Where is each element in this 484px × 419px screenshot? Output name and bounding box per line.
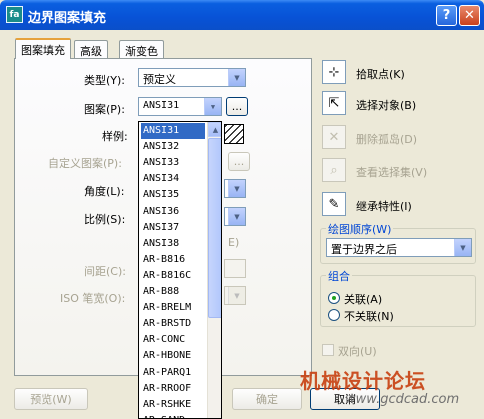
dropdown-scrollbar[interactable]: ▲ — [207, 122, 221, 418]
inherit-properties-label[interactable]: 继承特性(I) — [356, 198, 412, 214]
spacing-input[interactable] — [224, 259, 246, 278]
pick-points-label[interactable]: 拾取点(K) — [356, 66, 405, 82]
pick-points-icon[interactable]: ⊹ — [322, 60, 346, 84]
pattern-list-item[interactable]: AR-HBONE — [141, 348, 205, 364]
tab-advanced[interactable]: 高级 — [74, 40, 108, 58]
window-title: 边界图案填充 — [28, 11, 107, 26]
scale-select[interactable]: ▼ — [224, 207, 246, 226]
double-checkbox[interactable] — [322, 344, 334, 356]
remove-islands-label[interactable]: 删除孤岛(D) — [356, 131, 417, 147]
pattern-list-item[interactable]: ANSI32 — [141, 139, 205, 155]
iso-pen-select[interactable]: ▼ — [224, 286, 246, 305]
pattern-list-item[interactable]: AR-CONC — [141, 332, 205, 348]
pattern-list-item[interactable]: AR-SAND — [141, 413, 205, 418]
pattern-select[interactable]: ANSI31 ▼ — [138, 97, 222, 116]
draw-order-select[interactable]: 置于边界之后 ▼ — [326, 238, 472, 257]
angle-label: 角度(L): — [84, 185, 125, 198]
watermark-url: www.gcdcad.com — [345, 392, 460, 407]
scale-label: 比例(S): — [84, 213, 126, 226]
chevron-down-icon[interactable]: ▼ — [454, 239, 471, 256]
pattern-list-item[interactable]: ANSI36 — [141, 204, 205, 220]
scroll-up-icon[interactable]: ▲ — [208, 122, 221, 137]
title-bar[interactable]: fa 边界图案填充 ? ✕ — [0, 0, 484, 30]
draw-order-value: 置于边界之后 — [331, 243, 397, 256]
pattern-list-item[interactable]: ANSI31 — [141, 123, 205, 139]
view-selection-icon[interactable]: ⌕ — [322, 158, 346, 182]
tab-hatch[interactable]: 图案填充 — [15, 38, 71, 59]
chevron-down-icon[interactable]: ▼ — [228, 287, 245, 304]
pattern-dropdown-list[interactable]: ▲ ANSI31 ANSI32 ANSI33 ANSI34 ANSI35 ANSI36 AN… — [138, 121, 222, 419]
pattern-list-item[interactable]: AR-RSHKE — [141, 397, 205, 413]
chevron-down-icon[interactable]: ▼ — [228, 69, 245, 86]
pattern-list-item[interactable]: ANSI35 — [141, 187, 205, 203]
chevron-down-icon[interactable]: ▼ — [228, 208, 245, 225]
select-objects-label[interactable]: 选择对象(B) — [356, 97, 416, 113]
chevron-down-icon[interactable]: ▼ — [228, 180, 245, 197]
double-suffix-label: E) — [228, 236, 240, 249]
remove-islands-icon[interactable]: ✕ — [322, 125, 346, 149]
pattern-list-item[interactable]: AR-B88 — [141, 284, 205, 300]
type-value: 预定义 — [143, 73, 176, 86]
pattern-list-item[interactable]: AR-B816 — [141, 252, 205, 268]
draw-order-title: 绘图顺序(W) — [326, 221, 394, 237]
custom-browse-button[interactable]: ... — [228, 152, 250, 171]
associative-radio[interactable] — [328, 292, 340, 304]
double-label[interactable]: 双向(U) — [338, 343, 377, 359]
preview-button[interactable]: 预览(W) — [14, 388, 88, 410]
tab-gradient[interactable]: 渐变色 — [119, 40, 164, 58]
associative-label[interactable]: 关联(A) — [344, 291, 382, 307]
pattern-list-item[interactable]: AR-B816C — [141, 268, 205, 284]
pattern-list-item[interactable]: AR-BRSTD — [141, 316, 205, 332]
scroll-thumb[interactable] — [208, 138, 221, 318]
select-objects-icon[interactable]: ⇱ — [322, 91, 346, 115]
pattern-list-item[interactable]: AR-PARQ1 — [141, 365, 205, 381]
pattern-list-item[interactable]: ANSI33 — [141, 155, 205, 171]
angle-select[interactable]: ▼ — [224, 179, 246, 198]
view-selection-label[interactable]: 查看选择集(V) — [356, 164, 427, 180]
pattern-list-item[interactable]: AR-BRELM — [141, 300, 205, 316]
type-select[interactable]: 预定义 ▼ — [138, 68, 246, 87]
pattern-list-item[interactable]: ANSI34 — [141, 171, 205, 187]
hatch-app-icon[interactable]: fa — [6, 6, 23, 23]
custom-pattern-label: 自定义图案(P): — [48, 157, 122, 170]
nonassociative-radio[interactable] — [328, 309, 340, 321]
nonassociative-label[interactable]: 不关联(N) — [344, 308, 394, 324]
sample-label: 样例: — [102, 130, 128, 143]
pattern-list-item[interactable]: ANSI37 — [141, 220, 205, 236]
iso-pen-label: ISO 笔宽(O): — [60, 292, 126, 305]
pattern-list-item[interactable]: ANSI38 — [141, 236, 205, 252]
chevron-down-icon[interactable]: ▼ — [204, 98, 221, 115]
type-label: 类型(Y): — [84, 74, 126, 87]
pattern-sample-swatch[interactable] — [224, 124, 244, 144]
inherit-properties-icon[interactable]: ✎ — [322, 192, 346, 216]
pattern-list-item[interactable]: AR-RROOF — [141, 381, 205, 397]
spacing-label: 间距(C): — [84, 265, 126, 278]
ok-button[interactable]: 确定 — [232, 388, 302, 410]
forum-watermark: 机械设计论坛 — [300, 369, 426, 393]
composition-title: 组合 — [326, 268, 352, 284]
close-button[interactable]: ✕ — [459, 5, 480, 26]
help-button[interactable]: ? — [436, 5, 457, 26]
browse-pattern-button[interactable]: ... — [226, 97, 248, 116]
pattern-label: 图案(P): — [84, 103, 125, 116]
pattern-value: ANSI31 — [143, 100, 180, 111]
